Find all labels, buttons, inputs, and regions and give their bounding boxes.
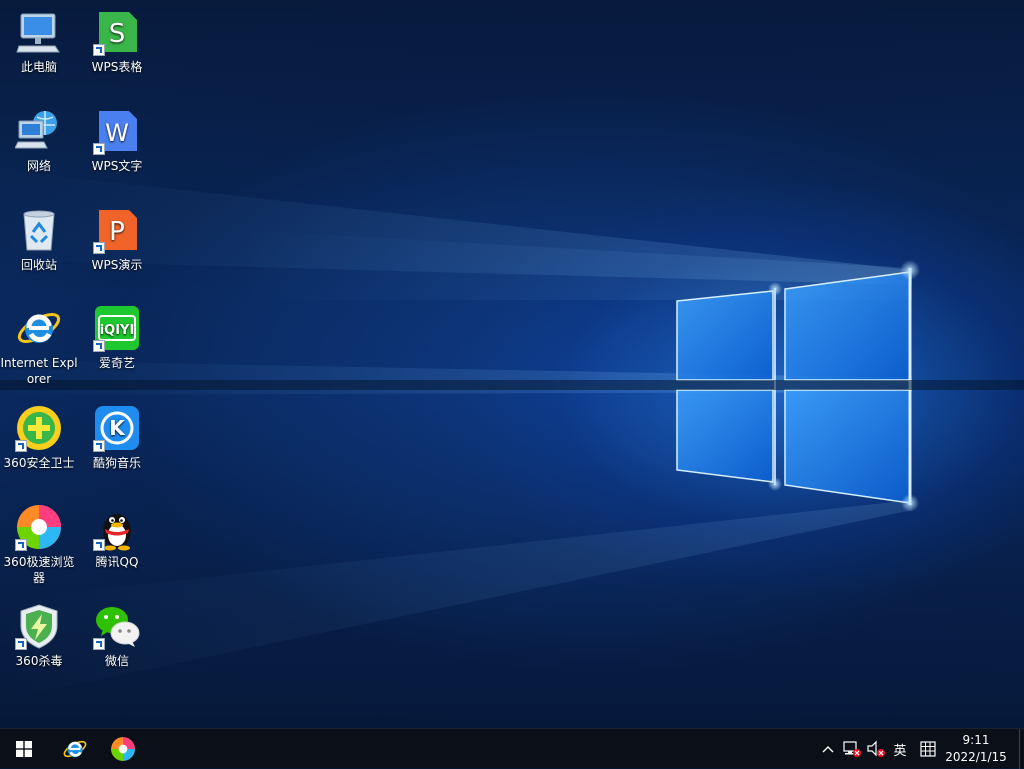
desktop-icon-label: WPS表格 [91, 60, 143, 74]
desktop-icon-label: 网络 [26, 159, 51, 173]
desktop-icon-label: 酷狗音乐 [92, 456, 141, 470]
desktop-icon-label: 此电脑 [20, 60, 57, 74]
taskbar-pinned-360-browser[interactable] [99, 729, 147, 769]
shortcut-arrow-icon [93, 340, 105, 352]
show-desktop-button[interactable] [1019, 729, 1024, 769]
desktop-icon-internet-explorer[interactable]: Internet Explorer [0, 300, 78, 392]
desktop-icon-label: WPS演示 [91, 258, 143, 272]
tray-input-method[interactable]: 英 [888, 729, 912, 769]
desktop-icon-this-pc[interactable]: 此电脑 [0, 4, 78, 96]
desktop-icon-wps-spreadsheet[interactable]: S WPS表格 [78, 4, 156, 96]
desktop-icon-label: 腾讯QQ [95, 555, 139, 569]
desktop-icon-label: 回收站 [20, 258, 57, 272]
svg-text:iQIYI: iQIYI [100, 323, 135, 338]
internet-explorer-icon [63, 740, 87, 758]
tray-volume[interactable] [864, 729, 888, 769]
desktop-icon-label: 微信 [104, 654, 129, 668]
shortcut-arrow-icon [93, 638, 105, 650]
desktop-icon-label: WPS文字 [91, 159, 143, 173]
clock-date: 2022/1/15 [945, 750, 1007, 764]
wps-writer-icon: W [93, 107, 141, 155]
desktop-icon-iqiyi[interactable]: iQIYI 爱奇艺 [78, 300, 156, 392]
taskbar: 英 9:11 2022/1/15 [0, 728, 1024, 769]
desktop-icon-wechat[interactable]: 微信 [78, 598, 156, 690]
shield-icon [15, 602, 63, 650]
desktop-icon-network[interactable]: 网络 [0, 103, 78, 195]
desktop-icon-360-antivirus[interactable]: 360杀毒 [0, 598, 78, 690]
shortcut-arrow-icon [93, 44, 105, 56]
keyboard-grid-icon [920, 741, 936, 757]
taskbar-clock[interactable]: 9:11 2022/1/15 [940, 732, 1012, 766]
desktop-icon-label: 爱奇艺 [98, 356, 135, 370]
360-browser-icon [15, 503, 63, 551]
desktop-icon-label: 360安全卫士 [3, 456, 75, 470]
shortcut-arrow-icon [93, 242, 105, 254]
desktop-icon-recycle-bin[interactable]: 回收站 [0, 202, 78, 294]
taskbar-pinned-internet-explorer[interactable] [51, 729, 99, 769]
wps-spreadsheet-icon: S [93, 8, 141, 56]
volume-muted-icon [867, 740, 885, 757]
network-disconnected-icon [843, 741, 861, 757]
svg-text:W: W [105, 119, 129, 147]
svg-text:K: K [109, 416, 126, 440]
shortcut-arrow-icon [93, 440, 105, 452]
shortcut-arrow-icon [93, 539, 105, 551]
svg-text:P: P [109, 217, 125, 247]
desktop-icon-label: 360杀毒 [15, 654, 63, 668]
desktop-icon-360-browser[interactable]: 360极速浏览器 [0, 499, 78, 591]
desktop-icon-wps-presentation[interactable]: P WPS演示 [78, 202, 156, 294]
desktop-icon-kugou-music[interactable]: K 酷狗音乐 [78, 400, 156, 492]
desktop-icon-label: Internet Explorer [0, 356, 78, 386]
360-safe-icon [15, 404, 63, 452]
shortcut-arrow-icon [15, 440, 27, 452]
clock-time: 9:11 [962, 733, 990, 747]
windows-logo-icon [16, 741, 32, 757]
shortcut-arrow-icon [15, 638, 27, 650]
network-icon [15, 107, 63, 155]
shortcut-arrow-icon [93, 143, 105, 155]
wps-presentation-icon: P [93, 206, 141, 254]
tray-show-hidden-icons[interactable] [818, 729, 838, 769]
computer-icon [15, 8, 63, 56]
svg-text:S: S [109, 19, 126, 49]
desktop-icon-tencent-qq[interactable]: 腾讯QQ [78, 499, 156, 591]
tray-keyboard[interactable] [916, 729, 940, 769]
qq-penguin-icon [93, 503, 141, 551]
tray-network[interactable] [840, 729, 864, 769]
shortcut-arrow-icon [15, 539, 27, 551]
desktop-icon-label: 360极速浏览器 [3, 555, 75, 585]
iqiyi-icon: iQIYI [93, 304, 141, 352]
360-browser-icon [111, 737, 135, 761]
internet-explorer-icon [15, 304, 63, 352]
kugou-music-icon: K [93, 404, 141, 452]
recycle-bin-icon [15, 206, 63, 254]
start-button[interactable] [0, 729, 48, 769]
wechat-icon [93, 602, 141, 650]
desktop-icon-360-safe[interactable]: 360安全卫士 [0, 400, 78, 492]
chevron-up-icon [822, 746, 834, 753]
desktop-icon-wps-writer[interactable]: W WPS文字 [78, 103, 156, 195]
